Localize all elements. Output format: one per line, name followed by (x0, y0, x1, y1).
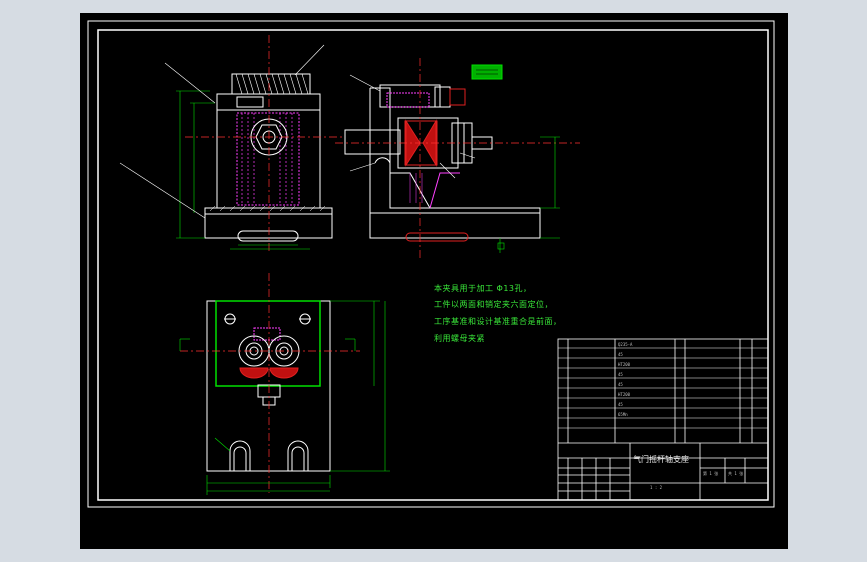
front-dimensions (176, 90, 310, 250)
top-dimensions (179, 300, 390, 495)
note-line-1: 本夹具用于加工 Φ13孔， (434, 284, 532, 293)
note-line-2: 工件以两面和销定夹六面定位， (434, 300, 553, 309)
inner-frame (97, 29, 769, 501)
drawing-scale: 1 : 2 (650, 485, 663, 490)
part-name: 气门摇杆轴支座 (633, 455, 689, 464)
note-line-3: 工序基准和设计基准重合是前面， (434, 317, 562, 326)
tb-row-material: HT200 (618, 362, 631, 367)
engineering-drawing (87, 20, 775, 508)
tb-row-material: 45 (618, 372, 623, 377)
note-line-4: 利用螺母夹紧 (434, 334, 485, 343)
tb-row-material: HT200 (618, 392, 631, 397)
front-centerlines (185, 35, 345, 253)
sheet-number: 第 1 张 (703, 471, 719, 476)
tb-row-material: 45 (618, 352, 623, 357)
tb-row-material: 45 (618, 402, 623, 407)
front-leaders (119, 44, 325, 219)
tb-row-material: 45 (618, 382, 623, 387)
outer-frame (87, 20, 775, 508)
section-tag (471, 64, 503, 80)
front-view (204, 73, 333, 242)
tb-row-material: 65Mn (618, 412, 628, 417)
top-view (206, 300, 331, 472)
sheet-total: 共 1 张 (728, 471, 744, 476)
tb-row-material: Q235-A (618, 342, 633, 347)
side-dimensions (497, 136, 560, 253)
cad-viewport[interactable]: 本夹具用于加工 Φ13孔， 工件以两面和销定夹六面定位， 工序基准和设计基准重合… (80, 13, 788, 549)
